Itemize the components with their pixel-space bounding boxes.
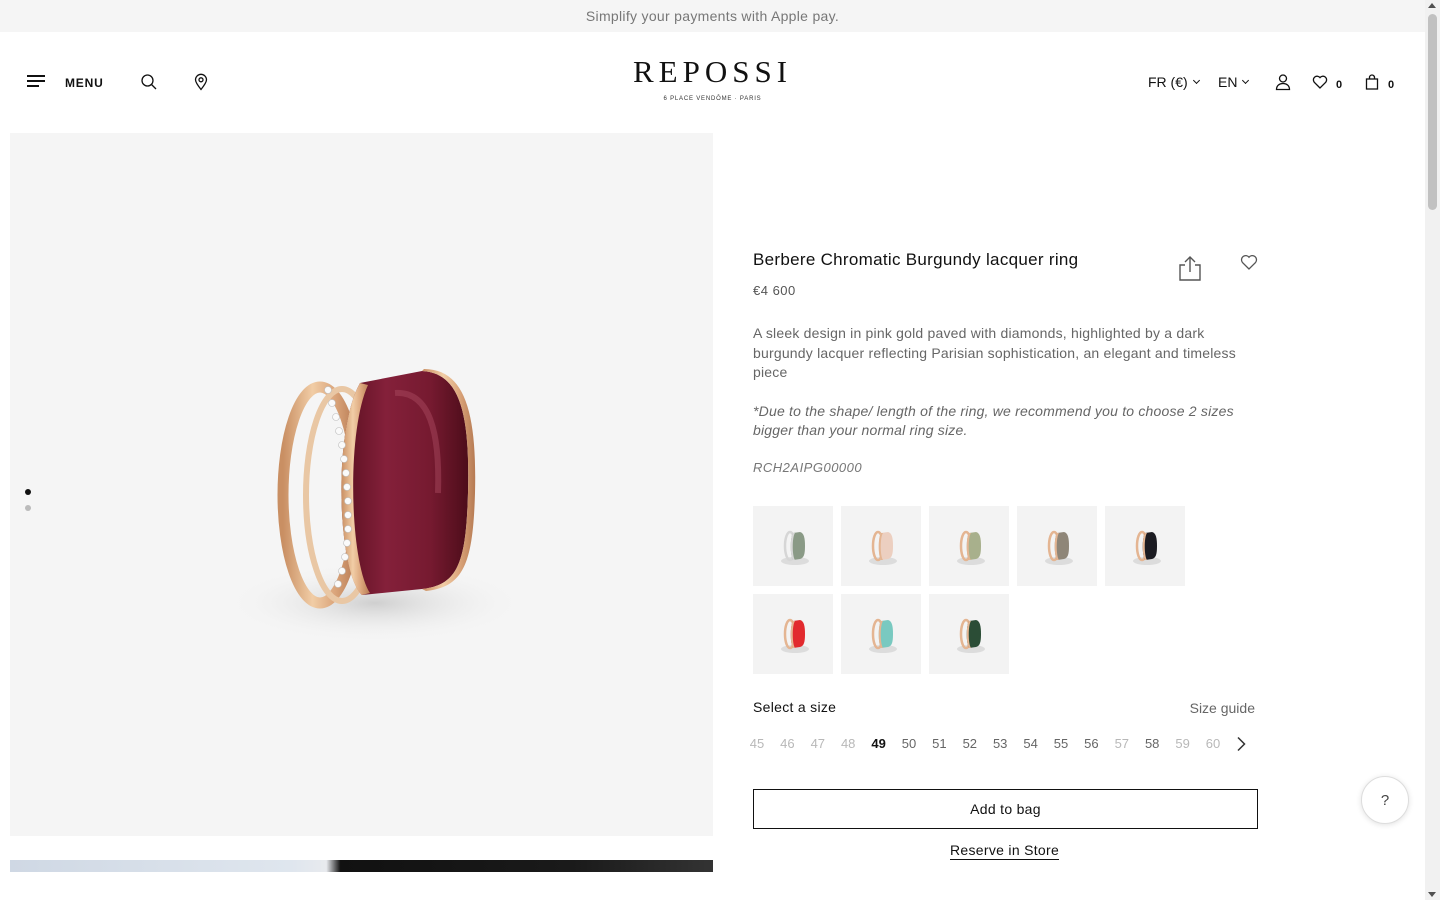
promo-bar: Simplify your payments with Apple pay. xyxy=(0,0,1425,32)
ring-thumbnail xyxy=(781,618,809,653)
wishlist-count: 0 xyxy=(1336,79,1343,91)
gallery-dot[interactable] xyxy=(25,505,31,511)
hamburger-icon xyxy=(27,75,45,87)
logo-wordmark: REPOSSI xyxy=(632,54,793,89)
language-label: EN xyxy=(1218,74,1238,90)
bag-count: 0 xyxy=(1388,79,1395,91)
menu-button[interactable]: MENU xyxy=(27,72,104,90)
chevron-right-icon[interactable] xyxy=(1235,736,1247,752)
ring-thumbnail xyxy=(869,530,897,565)
size-label: Select a size xyxy=(753,699,837,715)
size-option: 48 xyxy=(840,736,856,751)
variant-swatch-black[interactable] xyxy=(1105,506,1185,586)
brand-logo[interactable]: REPOSSI 6 PLACE VENDÔME · PARIS xyxy=(620,54,805,102)
ring-thumbnail xyxy=(957,530,985,565)
bag-button[interactable]: 0 xyxy=(1364,73,1394,91)
scroll-down-arrow-icon[interactable] xyxy=(1428,892,1436,897)
product-sku: RCH2AIPG00000 xyxy=(753,459,863,475)
account-icon[interactable] xyxy=(1274,73,1292,91)
currency-label: FR (€) xyxy=(1148,74,1188,90)
size-option: 57 xyxy=(1114,736,1130,751)
size-option: 60 xyxy=(1205,736,1221,751)
chevron-down-icon xyxy=(1242,76,1250,85)
variant-swatch-pale-pink[interactable] xyxy=(841,506,921,586)
size-guide-link[interactable]: Size guide xyxy=(1190,700,1255,716)
share-icon[interactable] xyxy=(1177,254,1203,282)
language-selector[interactable]: EN xyxy=(1218,74,1250,90)
wishlist-heart-icon[interactable] xyxy=(1240,253,1258,271)
size-option[interactable]: 51 xyxy=(924,736,954,751)
reserve-in-store-link[interactable]: Reserve in Store xyxy=(950,842,1060,860)
product-description: A sleek design in pink gold paved with d… xyxy=(753,325,1236,380)
size-option[interactable]: 55 xyxy=(1046,736,1076,751)
ring-thumbnail xyxy=(869,618,897,653)
variant-swatch-forest-green[interactable] xyxy=(929,594,1009,674)
scrollbar[interactable] xyxy=(1425,0,1440,900)
variant-swatch-olive[interactable] xyxy=(929,506,1009,586)
size-note: *Due to the shape/ length of the ring, w… xyxy=(753,402,1234,439)
help-button[interactable]: ? xyxy=(1361,776,1409,824)
add-to-bag-button[interactable]: Add to bag xyxy=(753,789,1258,829)
logo-tagline: 6 PLACE VENDÔME · PARIS xyxy=(663,96,762,102)
shopping-bag-icon xyxy=(1364,74,1380,90)
size-option: 46 xyxy=(780,736,795,751)
size-option[interactable]: 50 xyxy=(894,736,924,751)
wishlist-button[interactable]: 0 xyxy=(1312,73,1342,91)
product-image-main[interactable] xyxy=(10,133,713,836)
currency-selector[interactable]: FR (€) xyxy=(1148,74,1200,90)
store-locator-icon[interactable] xyxy=(192,73,210,91)
size-option[interactable]: 56 xyxy=(1076,736,1106,751)
ring-thumbnail xyxy=(781,530,809,565)
variant-swatch-taupe[interactable] xyxy=(1017,506,1097,586)
product-price: €4 600 xyxy=(753,283,796,298)
menu-label: MENU xyxy=(65,76,104,90)
ring-thumbnail xyxy=(957,618,985,653)
size-option[interactable]: 53 xyxy=(985,736,1015,751)
size-selector-header: Select a size Size guide xyxy=(753,699,1255,717)
size-option[interactable]: 54 xyxy=(1016,736,1046,751)
chevron-down-icon xyxy=(1192,76,1200,85)
ring-thumbnail xyxy=(1133,530,1161,565)
size-option-selected[interactable]: 49 xyxy=(864,736,894,751)
variant-swatch-turquoise[interactable] xyxy=(841,594,921,674)
scroll-up-arrow-icon[interactable] xyxy=(1428,3,1436,8)
heart-icon xyxy=(1312,74,1328,90)
ring-image xyxy=(225,369,525,643)
size-option: 45 xyxy=(749,736,765,751)
promo-text: Simplify your payments with Apple pay. xyxy=(585,8,840,24)
size-option: 47 xyxy=(810,736,826,751)
search-icon[interactable] xyxy=(140,73,158,91)
scrollbar-thumb[interactable] xyxy=(1428,14,1437,210)
ring-thumbnail xyxy=(1045,530,1073,565)
size-option: 59 xyxy=(1175,736,1190,751)
size-option[interactable]: 52 xyxy=(955,736,985,751)
product-image-secondary[interactable] xyxy=(10,860,713,872)
product-info: Berbere Chromatic Burgundy lacquer ring … xyxy=(753,250,1258,475)
site-header: MENU REPOSSI 6 PLACE VENDÔME · PARIS FR … xyxy=(0,32,1425,132)
size-option[interactable]: 58 xyxy=(1137,736,1167,751)
gallery-dot-active[interactable] xyxy=(25,489,31,495)
variant-swatch-sage-silver[interactable] xyxy=(753,506,833,586)
variant-swatch-red[interactable] xyxy=(753,594,833,674)
help-label: ? xyxy=(1380,791,1390,809)
